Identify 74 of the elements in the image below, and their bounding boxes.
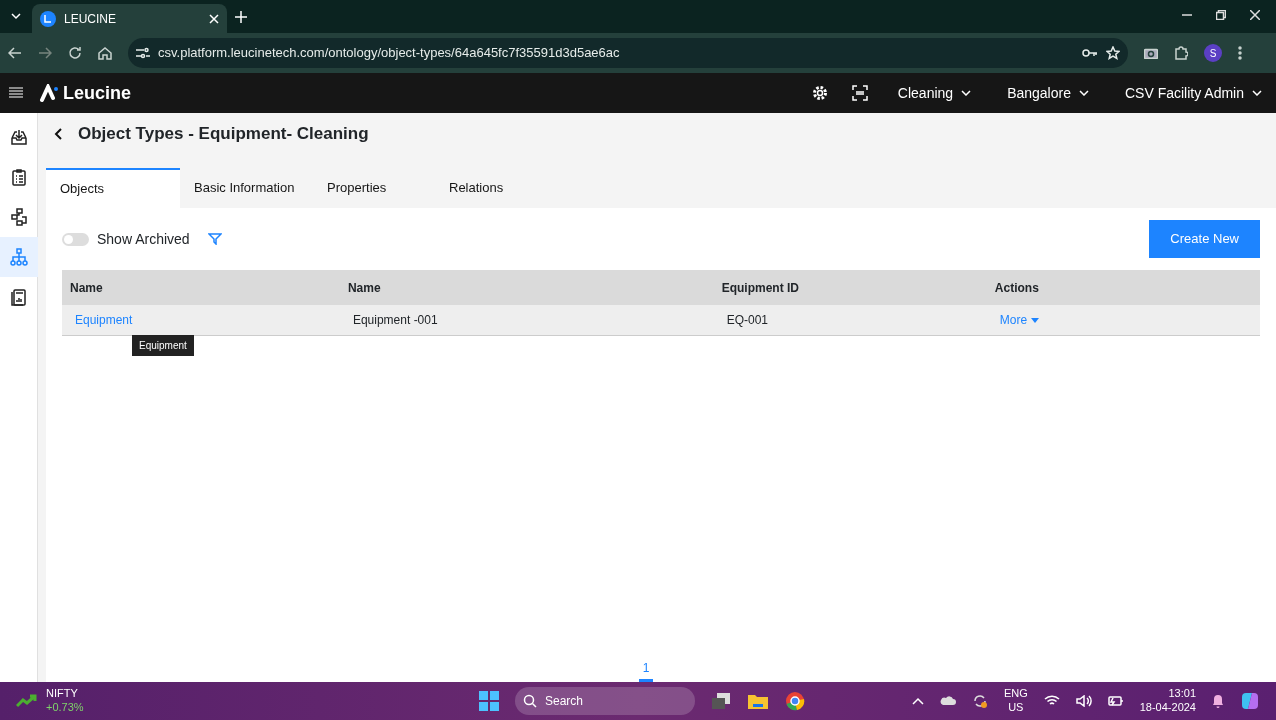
filter-icon[interactable]	[207, 233, 222, 245]
inbox-icon	[10, 128, 28, 146]
chevron-down-icon	[961, 90, 972, 96]
bell-icon[interactable]	[1212, 694, 1224, 708]
windows-start-icon[interactable]	[479, 691, 499, 711]
clock-time[interactable]: 13:01	[1168, 687, 1196, 701]
create-new-button[interactable]: Create New	[1149, 220, 1260, 258]
new-tab-icon[interactable]	[235, 11, 247, 23]
more-icon[interactable]	[1238, 46, 1242, 60]
clock-date[interactable]: 18-04-2024	[1139, 701, 1196, 715]
settings-icon[interactable]	[811, 85, 828, 101]
region-code[interactable]: US	[1008, 701, 1024, 715]
close-icon[interactable]	[1250, 10, 1260, 20]
page-title: Object Types - Equipment- Cleaning	[78, 122, 369, 145]
chevron-down-icon	[1078, 90, 1089, 96]
forward-icon[interactable]	[38, 46, 52, 60]
tooltip: Equipment	[132, 335, 194, 356]
caret-down-icon	[1031, 317, 1040, 323]
app-logo-icon	[40, 10, 56, 27]
folder-icon[interactable]	[747, 692, 769, 710]
wifi-icon[interactable]	[1043, 695, 1060, 707]
dropdown-button[interactable]: CSV Facility Admin	[1118, 81, 1268, 105]
tab[interactable]: Basic Information	[180, 168, 313, 208]
toggle-label: Show Archived	[97, 229, 190, 249]
search-icon	[523, 694, 537, 708]
tab[interactable]: Objects	[46, 168, 180, 208]
hierarchy-icon	[10, 248, 28, 266]
tab[interactable]: Relations	[435, 168, 562, 208]
battery-icon[interactable]	[1107, 695, 1124, 707]
brand-name: Leucine	[63, 81, 132, 105]
column-header: Actions	[993, 279, 1040, 297]
menu-icon[interactable]	[8, 86, 24, 100]
ticker-name: NIFTY	[46, 687, 79, 701]
address-bar[interactable]: csv.platform.leucinetech.com/ontology/object-types/64a645fc7f35591d3d5ae6ac	[128, 38, 1128, 68]
back-icon[interactable]	[54, 127, 62, 140]
key-icon[interactable]	[1082, 48, 1098, 58]
search-field[interactable]: Search	[515, 687, 695, 715]
dropdown-button[interactable]: Cleaning	[891, 81, 978, 105]
copilot-icon[interactable]	[1240, 691, 1260, 711]
leucine-logo-icon	[39, 84, 59, 102]
volume-icon[interactable]	[1075, 695, 1092, 707]
tab-title: LEUCINE	[64, 10, 117, 28]
puzzle-icon[interactable]	[1174, 46, 1188, 60]
column-header: Equipment ID	[720, 279, 801, 297]
tab[interactable]: Properties	[313, 168, 435, 208]
flow-diagram-icon	[10, 208, 28, 226]
browser-icon[interactable]	[785, 691, 805, 711]
restore-icon[interactable]	[1216, 10, 1226, 20]
browser-tab[interactable]: LEUCINE	[32, 4, 227, 33]
table-cell: Equipment -001	[352, 313, 438, 327]
scan-icon[interactable]	[851, 85, 868, 101]
column-header: Name	[346, 279, 382, 297]
table-cell: EQ-001	[726, 313, 769, 327]
home-icon[interactable]	[98, 46, 112, 60]
sync-icon[interactable]	[971, 693, 988, 709]
chevron-down-icon	[1252, 90, 1262, 96]
report-icon	[10, 288, 28, 306]
profile-avatar[interactable]: S	[1204, 44, 1222, 62]
ticker-change: +0.73%	[46, 701, 84, 715]
url-text: csv.platform.leucinetech.com/ontology/object-types/64a645fc7f35591d3d5ae6ac	[158, 44, 621, 63]
camera-icon[interactable]	[1144, 47, 1158, 59]
search-placeholder: Search	[545, 693, 584, 710]
bookmark-star-icon[interactable]	[1106, 46, 1120, 60]
trend-up-icon[interactable]	[16, 694, 38, 708]
task-view-icon[interactable]	[711, 692, 731, 710]
reload-icon[interactable]	[68, 46, 82, 60]
dropdown-button[interactable]: Bangalore	[1001, 81, 1095, 105]
column-header: Name	[69, 279, 104, 297]
chevron-up-icon[interactable]	[911, 697, 924, 705]
cloud-icon[interactable]	[939, 696, 956, 706]
toggle-switch[interactable]	[62, 232, 89, 246]
clipboard-checklist-icon	[10, 168, 28, 186]
language-code[interactable]: ENG	[1003, 687, 1028, 701]
site-settings-icon[interactable]	[136, 47, 150, 59]
